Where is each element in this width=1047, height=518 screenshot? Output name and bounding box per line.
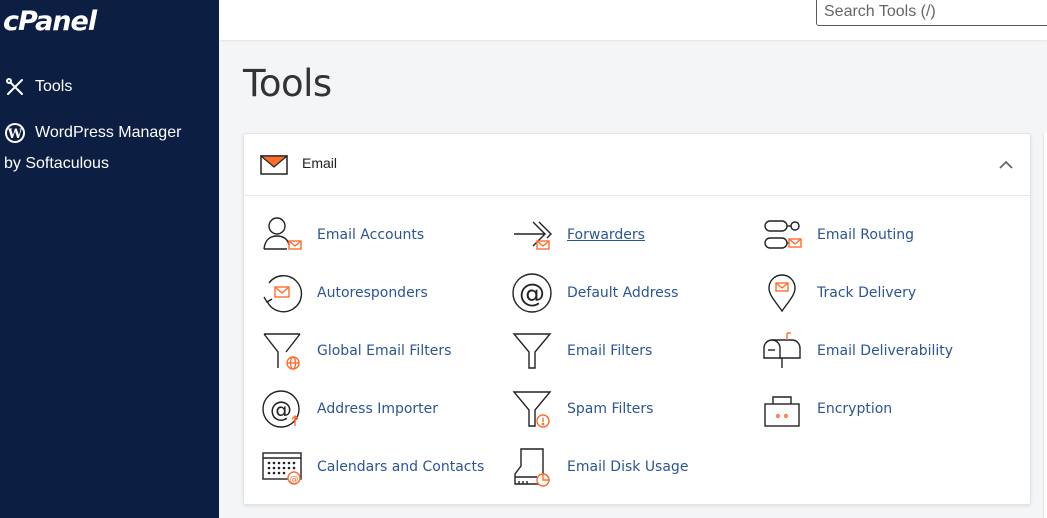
tool-encryption[interactable]: Encryption: [760, 387, 892, 431]
svg-text:W: W: [7, 127, 23, 142]
email-filters-icon: [510, 329, 554, 373]
next-panel-edge: [1043, 133, 1047, 518]
tool-email-routing[interactable]: Email Routing: [760, 213, 914, 257]
email-routing-icon: [760, 213, 804, 257]
sidebar-item-sublabel[interactable]: by Softaculous: [4, 155, 109, 173]
email-deliverability-icon: [760, 329, 804, 373]
tool-label: Address Importer: [317, 401, 439, 417]
tool-label: Global Email Filters: [317, 343, 452, 359]
tool-label: Email Disk Usage: [567, 459, 689, 475]
tool-label: Spam Filters: [567, 401, 654, 417]
cpanel-logo[interactable]: cPanel: [3, 6, 97, 37]
address-importer-icon: @: [260, 387, 304, 431]
default-address-icon: @: [510, 271, 554, 315]
tool-address-importer[interactable]: @ Address Importer: [260, 387, 438, 431]
tool-label: Track Delivery: [817, 285, 917, 301]
panel-title: Email: [302, 155, 338, 171]
tool-email-filters[interactable]: Email Filters: [510, 329, 652, 373]
tool-spam-filters[interactable]: Spam Filters: [510, 387, 653, 431]
svg-text:@: @: [519, 279, 545, 309]
tool-label: Email Deliverability: [817, 343, 954, 359]
calendars-contacts-icon: @: [260, 445, 304, 489]
sidebar: cPanel Tools W WordPress Manager by Soft…: [0, 0, 219, 518]
tool-global-email-filters[interactable]: Global Email Filters: [260, 329, 451, 373]
tool-label: Encryption: [817, 401, 893, 417]
tool-label: Email Routing: [817, 227, 914, 243]
sidebar-item-wordpress-manager[interactable]: W WordPress Manager: [4, 122, 181, 144]
top-bar: [219, 0, 1047, 40]
svg-text:@: @: [290, 475, 299, 485]
sidebar-item-label: Tools: [35, 78, 73, 95]
tool-label: Email Filters: [567, 343, 653, 359]
chevron-up-icon[interactable]: [998, 158, 1014, 170]
email-accounts-icon: [260, 213, 304, 257]
encryption-icon: [760, 387, 804, 431]
spam-filters-icon: [510, 387, 554, 431]
svg-text:@: @: [270, 398, 292, 423]
page-title: Tools: [243, 62, 332, 105]
sidebar-item-tools[interactable]: Tools: [4, 76, 72, 98]
search-input[interactable]: [816, 0, 1047, 26]
wordpress-icon: W: [4, 122, 26, 144]
tool-label: Email Accounts: [317, 227, 425, 243]
tools-icon: [4, 76, 26, 98]
track-delivery-icon: [760, 271, 804, 315]
autoresponders-icon: [260, 271, 304, 315]
tool-label: Default Address: [567, 285, 679, 301]
email-disk-usage-icon: [510, 445, 554, 489]
global-email-filters-icon: [260, 329, 304, 373]
tool-label: Forwarders: [567, 227, 645, 243]
tool-track-delivery[interactable]: Track Delivery: [760, 271, 916, 315]
tool-email-disk-usage[interactable]: Email Disk Usage: [510, 445, 688, 489]
email-panel: Email Email Accounts Forwarders Email Ro…: [243, 133, 1031, 505]
email-panel-header[interactable]: Email: [244, 134, 1030, 196]
sidebar-item-label: WordPress Manager: [35, 124, 182, 141]
tool-forwarders[interactable]: Forwarders: [510, 213, 645, 257]
tool-autoresponders[interactable]: Autoresponders: [260, 271, 428, 315]
tool-email-accounts[interactable]: Email Accounts: [260, 213, 424, 257]
forwarders-icon: [510, 213, 554, 257]
tool-email-deliverability[interactable]: Email Deliverability: [760, 329, 953, 373]
tool-default-address[interactable]: @ Default Address: [510, 271, 678, 315]
tool-calendars-contacts[interactable]: @ Calendars and Contacts: [260, 445, 484, 489]
envelope-icon: [259, 155, 289, 180]
tool-label: Autoresponders: [317, 285, 428, 301]
tool-label: Calendars and Contacts: [317, 459, 485, 475]
